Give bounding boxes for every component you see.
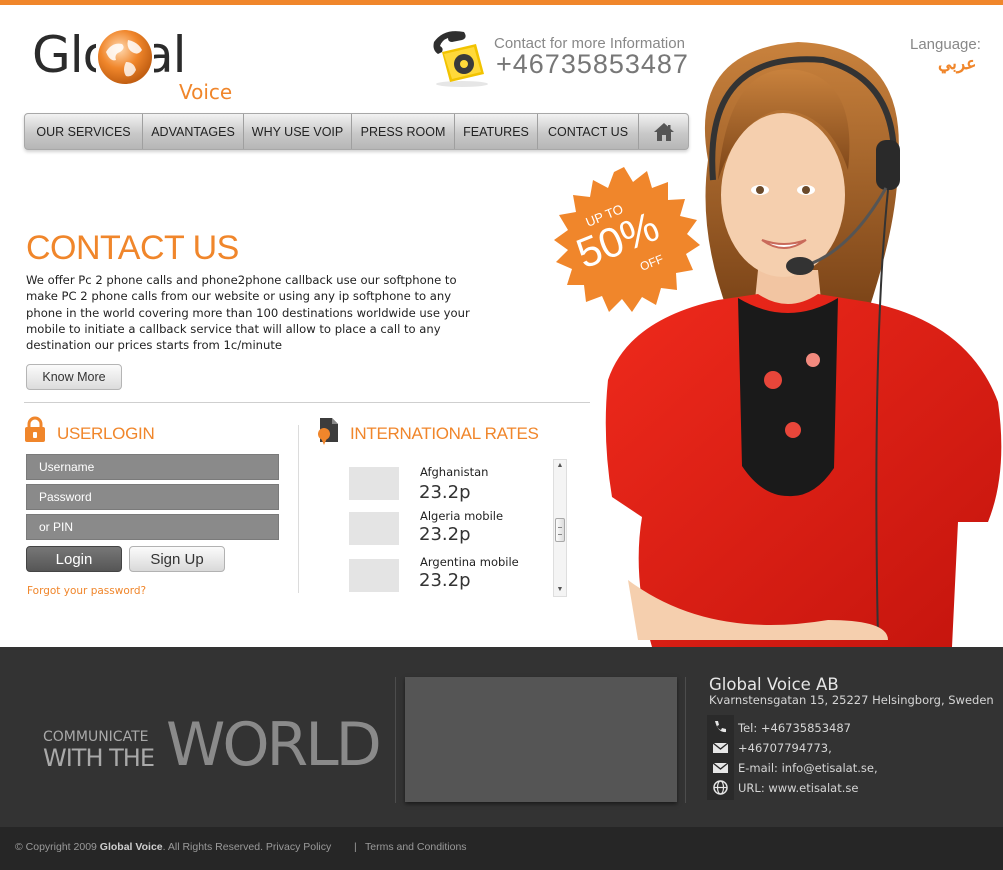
scroll-up-arrow-icon[interactable]: ▲ [554,460,566,472]
slogan-communicate: COMMUNICATE [43,729,149,745]
support-agent-illustration [605,42,1002,647]
discount-badge: UP TO 50% OFF [554,167,700,312]
globe-icon [96,28,154,86]
international-rates-title: INTERNATIONAL RATES [350,424,539,443]
lock-icon [25,416,45,442]
copyright-suffix[interactable]: . All Rights Reserved. Privacy Policy [163,841,332,853]
contact-url[interactable]: URL: www.etisalat.se [738,781,998,796]
rate-country: Afghanistan [420,465,489,479]
contact-email[interactable]: E-mail: info@etisalat.se, [738,761,998,776]
phone-icon [715,721,726,733]
nav-our-services[interactable]: OUR SERVICES [25,114,143,149]
copyright-separator: | [354,841,357,853]
company-name: Global Voice AB [709,675,839,694]
telephone-icon [433,31,488,87]
intro-paragraph: We offer Pc 2 phone calls and phone2phon… [26,273,470,353]
contact-tel: Tel: +46735853487 [738,721,851,735]
contact-icon-strip [707,715,734,800]
nav-press-room[interactable]: PRESS ROOM [352,114,455,149]
country-flag-thumbnail [349,512,399,545]
scroll-thumb[interactable] [555,518,565,542]
scroll-down-arrow-icon[interactable]: ▼ [554,584,566,596]
slogan-with-the: WITH THE [43,744,155,772]
nav-advantages[interactable]: ADVANTAGES [143,114,244,149]
know-more-button[interactable]: Know More [26,364,122,390]
footer-divider [685,677,686,803]
rates-scrollbar[interactable]: ▲ ▼ [553,459,567,597]
globe-web-icon [713,780,728,795]
pin-field[interactable] [26,514,279,540]
signup-button[interactable]: Sign Up [129,546,225,572]
username-field[interactable] [26,454,279,480]
copyright-prefix: © Copyright 2009 [15,841,97,853]
country-flag-thumbnail [349,559,399,592]
rate-country: Algeria mobile [420,509,504,523]
forgot-password-link[interactable]: Forgot your password? [27,584,167,598]
nav-features[interactable]: FEATURES [455,114,538,149]
footer-divider [395,677,396,803]
rate-price: 23.2p [419,482,471,503]
terms-link[interactable]: Terms and Conditions [365,841,475,854]
company-address: Kvarnstensgatan 15, 25227 Helsingborg, S… [709,693,994,707]
login-button[interactable]: Login [26,546,122,572]
country-flag-thumbnail [349,467,399,500]
map-placeholder [405,677,677,802]
contact-fax: +46707794773, [738,741,832,755]
logo-subtitle: Voice [179,80,233,104]
top-accent-bar [0,0,1003,5]
nav-why-use-voip[interactable]: WHY USE VOIP [244,114,352,149]
page-title: CONTACT US [26,229,239,267]
copyright-text: © Copyright 2009 Global Voice. All Right… [15,841,331,854]
document-icon [318,418,338,445]
copyright-brand: Global Voice [99,841,163,853]
email-icon [712,762,729,773]
password-field[interactable] [26,484,279,510]
fax-icon [712,742,729,753]
rate-country: Argentina mobile [420,555,519,569]
rate-price: 23.2p [419,570,471,591]
slogan-world: WORLD [166,710,382,780]
rate-price: 23.2p [419,524,471,545]
rates-list[interactable]: Afghanistan 23.2p Algeria mobile 23.2p A… [340,458,568,598]
column-divider [298,425,299,593]
userlogin-title: USERLOGIN [57,424,155,443]
section-divider [24,402,590,403]
